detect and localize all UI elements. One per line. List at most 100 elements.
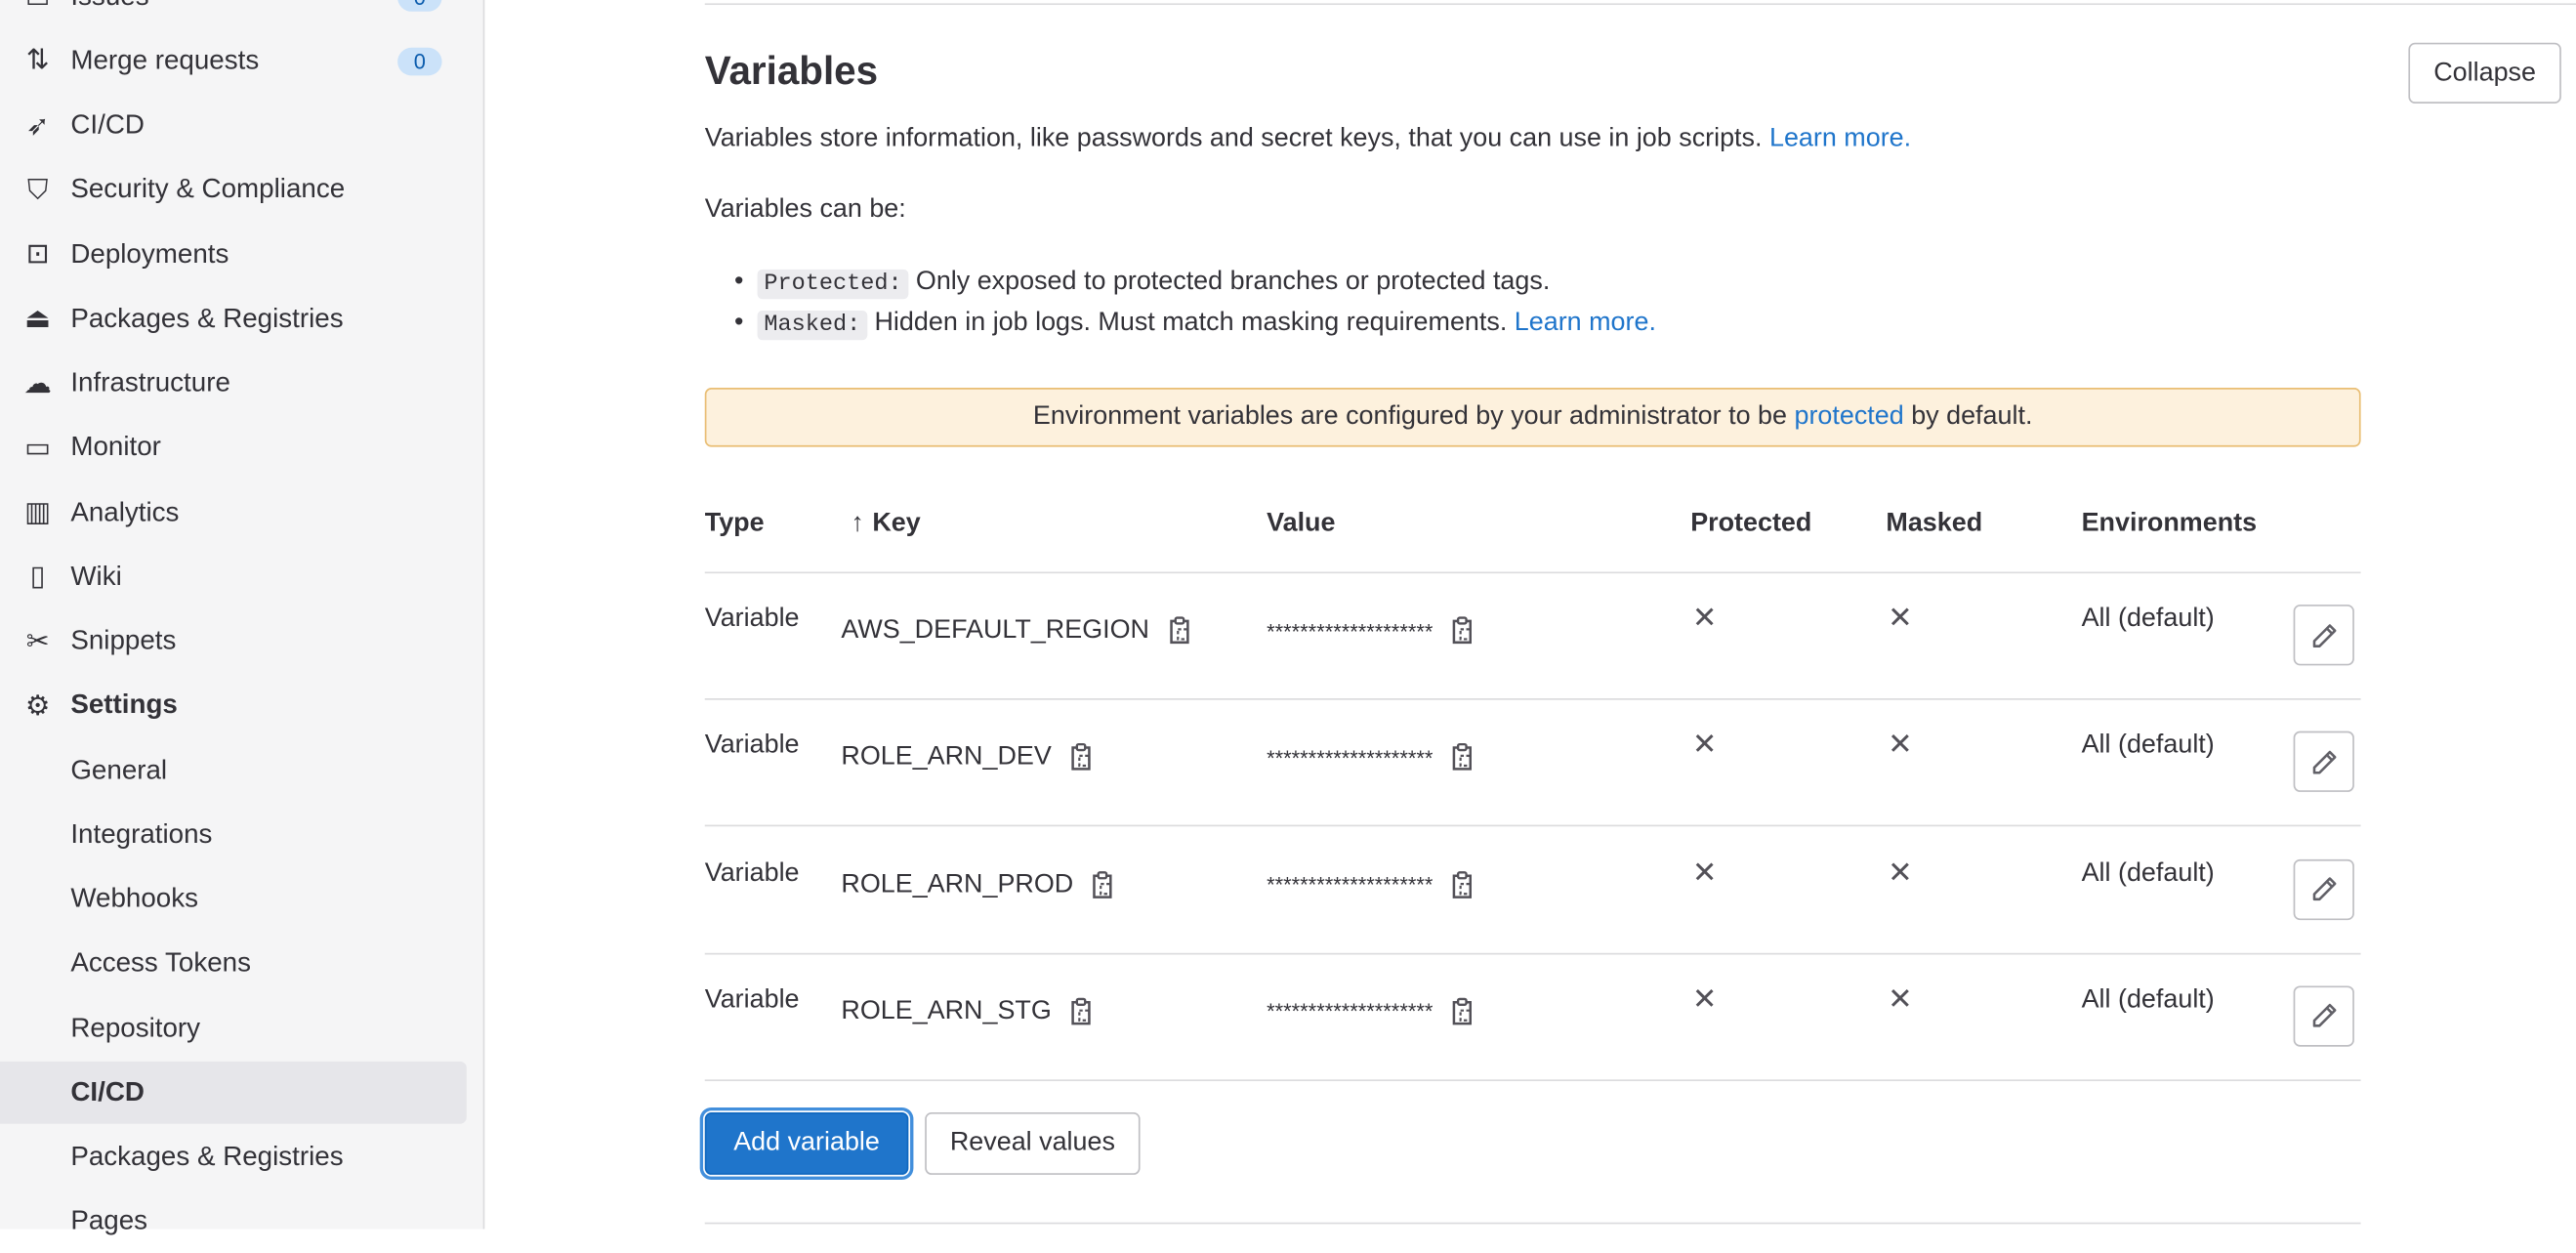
divider bbox=[704, 698, 2361, 700]
copy-key-icon[interactable] bbox=[1068, 743, 1095, 773]
environments-cell: All (default) bbox=[2081, 985, 2215, 1014]
bullet-masked: Masked: Hidden in job logs. Must match m… bbox=[734, 309, 1656, 341]
divider bbox=[704, 3, 2576, 6]
copy-key-icon[interactable] bbox=[1090, 870, 1116, 899]
description-text: Variables store information, like passwo… bbox=[704, 124, 1763, 153]
copy-value-icon[interactable] bbox=[1449, 870, 1475, 899]
issues-icon: ☐ bbox=[21, 0, 55, 13]
gear-icon: ⚙ bbox=[24, 689, 51, 722]
sidebar-item-snippets[interactable]: ✂ Snippets bbox=[0, 610, 467, 673]
sidebar-item-security-compliance[interactable]: ⛉ Security & Compliance bbox=[0, 159, 467, 222]
sidebar-item-access-tokens[interactable]: Access Tokens bbox=[0, 933, 467, 995]
sidebar-item-analytics[interactable]: ▥ Analytics bbox=[0, 481, 467, 544]
value-cell: ******************** bbox=[1267, 616, 1475, 646]
edit-variable-button[interactable] bbox=[2293, 731, 2354, 793]
variables-can-be: Variables can be: bbox=[704, 195, 906, 224]
masked-value: ******************** bbox=[1267, 872, 1433, 898]
pencil-icon bbox=[2309, 620, 2339, 649]
scissors-icon: ✂ bbox=[25, 625, 50, 657]
sidebar-item-integrations[interactable]: Integrations bbox=[0, 804, 467, 866]
sidebar-item-infrastructure[interactable]: ☁ Infrastructure bbox=[0, 353, 467, 415]
sidebar-item-label: Issues bbox=[70, 0, 148, 13]
deployments-icon: ⊡ bbox=[25, 237, 50, 270]
copy-value-icon[interactable] bbox=[1449, 616, 1475, 646]
reveal-values-button[interactable]: Reveal values bbox=[925, 1111, 1141, 1175]
header-protected: Protected bbox=[1690, 509, 1812, 538]
sidebar-item-webhooks[interactable]: Webhooks bbox=[0, 868, 467, 931]
sidebar-item-packages-registries[interactable]: ⏏ Packages & Registries bbox=[0, 288, 467, 351]
copy-key-icon[interactable] bbox=[1068, 997, 1095, 1026]
edit-variable-button[interactable] bbox=[2293, 985, 2354, 1047]
monitor-icon: ▭ bbox=[24, 432, 52, 464]
sidebar-item-label: General bbox=[70, 755, 168, 785]
sidebar-item-issues[interactable]: ☐ Issues 0 bbox=[0, 0, 467, 28]
header-environments: Environments bbox=[2081, 509, 2258, 538]
bullet-protected: Protected: Only exposed to protected bra… bbox=[734, 268, 1551, 300]
sidebar-item-label: CI/CD bbox=[70, 109, 145, 141]
code-protected: Protected: bbox=[757, 269, 909, 300]
sidebar-item-repository[interactable]: Repository bbox=[0, 997, 467, 1060]
sidebar-item-monitor[interactable]: ▭ Monitor bbox=[0, 417, 467, 480]
copy-value-icon[interactable] bbox=[1449, 997, 1475, 1026]
banner-text-end: by default. bbox=[1911, 402, 2033, 431]
merge-request-icon: ⇅ bbox=[25, 44, 50, 76]
key-cell: ROLE_ARN_DEV bbox=[841, 743, 1094, 773]
sidebar-item-ci-cd[interactable]: ➶ CI/CD bbox=[0, 95, 467, 157]
sidebar-item-label: Monitor bbox=[70, 432, 161, 463]
bullet-text: Only exposed to protected branches or pr… bbox=[915, 268, 1551, 296]
sidebar-item-label: Packages & Registries bbox=[70, 303, 344, 334]
masked-false-icon: ✕ bbox=[1888, 982, 1913, 1016]
copy-value-icon[interactable] bbox=[1449, 743, 1475, 773]
copy-key-icon[interactable] bbox=[1166, 616, 1192, 646]
edit-variable-button[interactable] bbox=[2293, 858, 2354, 920]
sidebar-item-label: Webhooks bbox=[70, 884, 199, 914]
sidebar-item-packages-registries[interactable]: Packages & Registries bbox=[0, 1126, 467, 1189]
environments-cell: All (default) bbox=[2081, 858, 2215, 887]
rocket-icon: ➶ bbox=[25, 108, 50, 141]
book-icon: ▯ bbox=[29, 561, 46, 593]
sidebar-item-ci-cd[interactable]: CI/CD bbox=[0, 1062, 467, 1125]
sidebar-item-label: Wiki bbox=[70, 561, 122, 592]
sidebar-item-label: Integrations bbox=[70, 819, 213, 850]
sidebar-item-label: Infrastructure bbox=[70, 367, 230, 398]
sidebar-item-label: Access Tokens bbox=[70, 948, 251, 979]
sidebar-item-merge-requests[interactable]: ⇅ Merge requests 0 bbox=[0, 30, 467, 93]
value-cell: ******************** bbox=[1267, 870, 1475, 899]
type-cell: Variable bbox=[704, 858, 800, 887]
header-masked: Masked bbox=[1886, 509, 1983, 538]
sidebar-item-pages[interactable]: Pages bbox=[0, 1190, 467, 1253]
count-badge: 0 bbox=[397, 0, 442, 11]
sidebar-item-settings[interactable]: ⚙ Settings bbox=[0, 675, 467, 737]
sidebar-item-label: Merge requests bbox=[70, 45, 260, 75]
sidebar-item-label: Analytics bbox=[70, 496, 180, 527]
masking-learn-more-link[interactable]: Learn more. bbox=[1515, 309, 1656, 337]
sidebar-item-label: Snippets bbox=[70, 625, 177, 656]
type-cell: Variable bbox=[704, 731, 800, 760]
key-text: ROLE_ARN_DEV bbox=[841, 742, 1052, 772]
key-cell: ROLE_ARN_PROD bbox=[841, 870, 1116, 899]
add-variable-button[interactable]: Add variable bbox=[704, 1111, 909, 1175]
masked-false-icon: ✕ bbox=[1888, 855, 1913, 889]
learn-more-link[interactable]: Learn more. bbox=[1769, 125, 1911, 153]
bullet-text: Hidden in job logs. Must match masking r… bbox=[874, 309, 1508, 337]
header-type: Type bbox=[704, 509, 765, 538]
collapse-button[interactable]: Collapse bbox=[2408, 42, 2561, 104]
sidebar-item-wiki[interactable]: ▯ Wiki bbox=[0, 546, 467, 608]
sidebar-item-deployments[interactable]: ⊡ Deployments bbox=[0, 224, 467, 286]
header-key[interactable]: ↑ Key bbox=[851, 510, 920, 539]
header-key-label: Key bbox=[872, 509, 921, 538]
protected-link[interactable]: protected bbox=[1794, 402, 1903, 431]
sidebar-item-general[interactable]: General bbox=[0, 739, 467, 802]
pencil-icon bbox=[2309, 747, 2339, 776]
value-cell: ******************** bbox=[1267, 743, 1475, 773]
sidebar-item-label: Settings bbox=[70, 690, 178, 721]
package-icon: ⏏ bbox=[24, 302, 52, 334]
edit-variable-button[interactable] bbox=[2293, 605, 2354, 666]
environments-cell: All (default) bbox=[2081, 731, 2215, 760]
protected-false-icon: ✕ bbox=[1691, 601, 1718, 635]
key-text: ROLE_ARN_STG bbox=[841, 997, 1052, 1025]
type-cell: Variable bbox=[704, 605, 800, 633]
protected-false-icon: ✕ bbox=[1691, 982, 1718, 1016]
sort-arrow-icon: ↑ bbox=[851, 509, 864, 538]
masked-value: ******************** bbox=[1267, 999, 1433, 1024]
